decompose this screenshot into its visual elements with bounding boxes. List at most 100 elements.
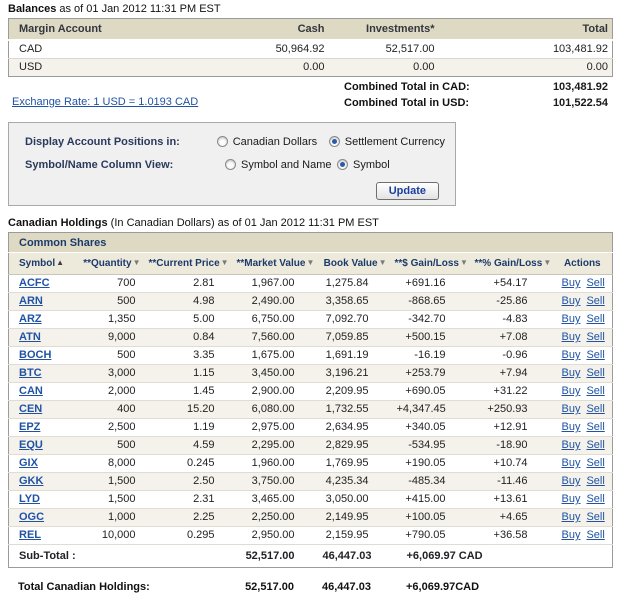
buy-link[interactable]: Buy [562, 439, 581, 451]
symbol-link[interactable]: EQU [19, 439, 43, 451]
sell-link[interactable]: Sell [586, 439, 604, 451]
buy-link[interactable]: Buy [562, 367, 581, 379]
radio-option[interactable]: Symbol and Name [225, 159, 337, 171]
symbol-link[interactable]: BTC [19, 367, 42, 379]
symbol-link[interactable]: LYD [19, 493, 40, 505]
holdings-row: BTC3,0001.153,450.003,196.21+253.79+7.94… [9, 364, 613, 382]
sell-link[interactable]: Sell [586, 331, 604, 343]
current-price-cell: 0.295 [145, 526, 233, 544]
radio-unselected-icon[interactable] [225, 159, 236, 170]
radio-selected-icon[interactable] [337, 159, 348, 170]
total-holdings-label: Total Canadian Holdings: [8, 577, 232, 597]
symbol-link[interactable]: GIX [19, 457, 38, 469]
combined-totals: Combined Total in CAD: 103,481.92 Combin… [8, 77, 612, 113]
radio-option[interactable]: Symbol [337, 159, 390, 171]
sell-link[interactable]: Sell [586, 313, 604, 325]
quantity-column-header[interactable]: **Quantity▼ [67, 252, 145, 274]
holdings-row: CAN2,0001.452,900.002,209.95+690.05+31.2… [9, 382, 613, 400]
radio-unselected-icon[interactable] [217, 136, 228, 147]
investments-cell: 52,517.00 [329, 40, 439, 58]
buy-link[interactable]: Buy [562, 295, 581, 307]
sort-asc-icon: ▲ [56, 258, 64, 267]
buy-link[interactable]: Buy [562, 349, 581, 361]
dollar-gain-cell: +691.16 [391, 274, 471, 292]
current-price-cell: 2.31 [145, 490, 233, 508]
sell-link[interactable]: Sell [586, 457, 604, 469]
dollar-gain-column-header[interactable]: **$ Gain/Loss▼ [391, 252, 471, 274]
radio-option-label: Canadian Dollars [233, 136, 317, 148]
symbol-link[interactable]: BOCH [19, 349, 51, 361]
symbol-link[interactable]: EPZ [19, 421, 40, 433]
sell-link[interactable]: Sell [586, 475, 604, 487]
symbol-link[interactable]: GKK [19, 475, 43, 487]
buy-link[interactable]: Buy [562, 385, 581, 397]
market-value-cell: 2,490.00 [233, 292, 317, 310]
buy-link[interactable]: Buy [562, 403, 581, 415]
buy-link[interactable]: Buy [562, 421, 581, 433]
radio-option-label: Symbol [353, 159, 390, 171]
balances-row: USD0.000.000.00 [9, 58, 613, 76]
current-price-column-header[interactable]: **Current Price▼ [145, 252, 233, 274]
market-value-cell: 7,560.00 [233, 328, 317, 346]
buy-link[interactable]: Buy [562, 331, 581, 343]
symbol-link[interactable]: ATN [19, 331, 41, 343]
buy-link[interactable]: Buy [562, 313, 581, 325]
common-shares-header: Common Shares [9, 232, 613, 252]
cash-cell: 0.00 [179, 58, 329, 76]
buy-link[interactable]: Buy [562, 457, 581, 469]
percent-gain-cell: -11.46 [471, 472, 553, 490]
combined-total-cad-row: Combined Total in CAD: 103,481.92 [8, 79, 612, 95]
current-price-cell: 5.00 [145, 310, 233, 328]
account-positions-label: Display Account Positions in: [25, 136, 217, 148]
exchange-rate-link[interactable]: Exchange Rate: 1 USD = 1.0193 CAD [12, 96, 198, 108]
book-value-cell: 2,829.95 [317, 436, 391, 454]
radio-selected-icon[interactable] [329, 136, 340, 147]
radio-option-label: Settlement Currency [345, 136, 445, 148]
percent-gain-column-header[interactable]: **% Gain/Loss▼ [471, 252, 553, 274]
symbol-link[interactable]: REL [19, 529, 41, 541]
buy-link[interactable]: Buy [562, 529, 581, 541]
holdings-row: GIX8,0000.2451,960.001,769.95+190.05+10.… [9, 454, 613, 472]
total-market-value: 52,517.00 [232, 577, 316, 597]
sell-link[interactable]: Sell [586, 511, 604, 523]
quantity-cell: 2,500 [67, 418, 145, 436]
quantity-cell: 400 [67, 400, 145, 418]
subtotal-actions-empty [553, 544, 613, 567]
sell-link[interactable]: Sell [586, 403, 604, 415]
symbol-link[interactable]: ARZ [19, 313, 42, 325]
symbol-view-label: Symbol/Name Column View: [25, 159, 225, 171]
buy-link[interactable]: Buy [562, 493, 581, 505]
symbol-link[interactable]: ACFC [19, 277, 50, 289]
balances-row: CAD50,964.9252,517.00103,481.92 [9, 40, 613, 58]
update-button[interactable]: Update [376, 182, 439, 200]
balances-title-bold: Balances [8, 3, 56, 15]
percent-gain-cell: +54.17 [471, 274, 553, 292]
buy-link[interactable]: Buy [562, 475, 581, 487]
book-value-cell: 1,769.95 [317, 454, 391, 472]
sell-link[interactable]: Sell [586, 529, 604, 541]
percent-gain-cell: +7.08 [471, 328, 553, 346]
sell-link[interactable]: Sell [586, 493, 604, 505]
buy-link[interactable]: Buy [562, 511, 581, 523]
sell-link[interactable]: Sell [586, 367, 604, 379]
book-value-column-header[interactable]: Book Value▼ [317, 252, 391, 274]
buy-link[interactable]: Buy [562, 277, 581, 289]
radio-option[interactable]: Canadian Dollars [217, 136, 329, 148]
symbol-link[interactable]: CEN [19, 403, 42, 415]
book-value-cell: 3,196.21 [317, 364, 391, 382]
radio-option[interactable]: Settlement Currency [329, 136, 445, 148]
sell-link[interactable]: Sell [586, 295, 604, 307]
sell-link[interactable]: Sell [586, 349, 604, 361]
holdings-row: REL10,0000.2952,950.002,159.95+790.05+36… [9, 526, 613, 544]
symbol-column-header[interactable]: Symbol▲ [9, 252, 67, 274]
symbol-link[interactable]: ARN [19, 295, 43, 307]
sell-link[interactable]: Sell [586, 385, 604, 397]
market-value-column-header[interactable]: **Market Value▼ [233, 252, 317, 274]
sort-desc-icon: ▼ [221, 258, 229, 267]
symbol-link[interactable]: CAN [19, 385, 43, 397]
sell-link[interactable]: Sell [586, 421, 604, 433]
subtotal-label: Sub-Total : [9, 544, 233, 567]
sell-link[interactable]: Sell [586, 277, 604, 289]
market-value-cell: 2,900.00 [233, 382, 317, 400]
symbol-link[interactable]: OGC [19, 511, 44, 523]
